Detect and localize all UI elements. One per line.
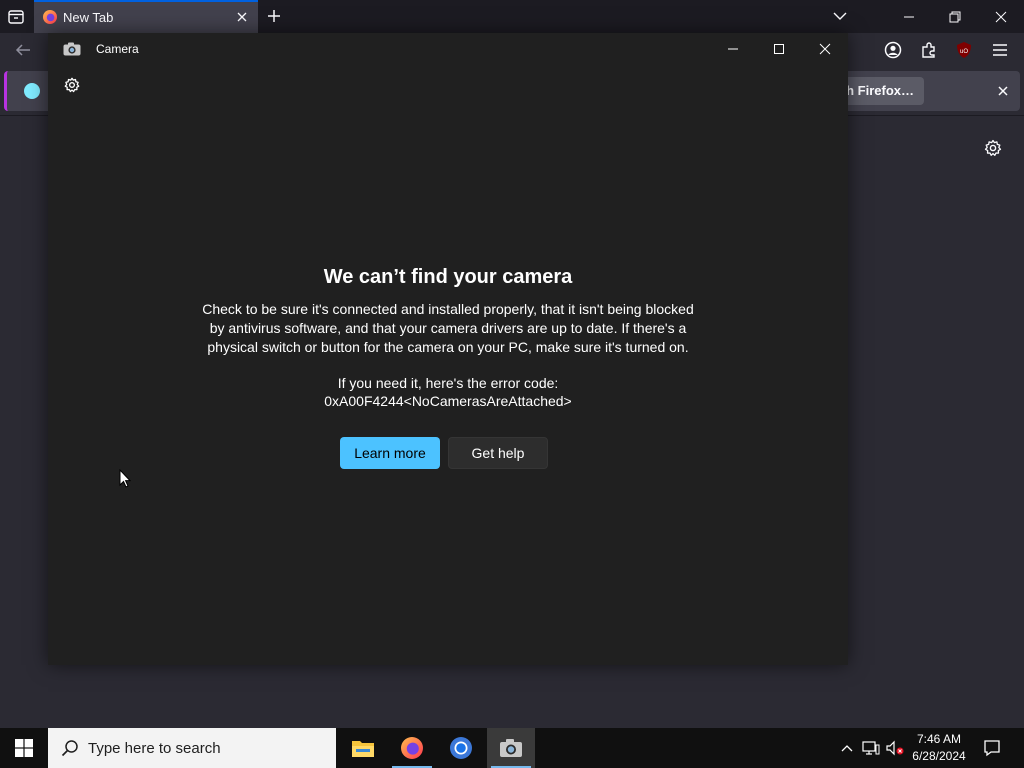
close-window-icon[interactable] — [978, 0, 1024, 33]
firefox-favicon-icon — [42, 9, 58, 25]
tab-new-tab[interactable]: New Tab — [34, 0, 258, 33]
info-icon — [24, 83, 40, 99]
error-code: 0xA00F4244<NoCamerasAreAttached> — [324, 393, 572, 409]
firefox-taskbar-icon[interactable] — [388, 728, 436, 768]
camera-title-bar[interactable]: Camera — [48, 33, 848, 65]
clock-time: 7:46 AM — [916, 732, 962, 746]
taskbar-clock[interactable]: 7:46 AM 6/28/2024 — [906, 731, 972, 765]
chrome-taskbar-icon[interactable] — [437, 728, 485, 768]
notification-center-icon[interactable] — [978, 728, 1006, 768]
error-message: We can’t find your camera Check to be su… — [148, 264, 748, 411]
taskbar: Type here to search 7:46 AM 6/28/2024 — [0, 728, 1024, 768]
windows-start-icon[interactable] — [0, 728, 48, 768]
account-icon[interactable] — [883, 40, 903, 60]
error-description: Check to be sure it's connected and inst… — [202, 301, 694, 355]
close-icon[interactable] — [995, 83, 1011, 99]
list-all-tabs-icon[interactable] — [6, 7, 26, 27]
minimize-icon[interactable] — [710, 33, 756, 65]
settings-gear-icon[interactable] — [63, 76, 81, 94]
svg-text:uO: uO — [960, 49, 968, 55]
mouse-cursor-icon — [119, 468, 132, 488]
notification-action-button[interactable]: h Firefox… — [838, 77, 924, 105]
close-tab-icon[interactable] — [234, 9, 250, 25]
camera-app-icon — [63, 42, 81, 56]
show-hidden-icons-chevron-icon[interactable] — [838, 728, 856, 768]
clock-date: 6/28/2024 — [912, 749, 966, 763]
gear-icon[interactable] — [983, 138, 1003, 158]
volume-muted-icon[interactable] — [884, 728, 906, 768]
ublock-origin-icon[interactable]: uO — [954, 40, 974, 60]
get-help-button[interactable]: Get help — [448, 437, 548, 469]
file-explorer-icon[interactable] — [339, 728, 387, 768]
new-tab-icon[interactable] — [265, 7, 283, 25]
camera-taskbar-icon[interactable] — [487, 728, 535, 768]
back-arrow-icon[interactable] — [14, 41, 32, 59]
learn-more-button[interactable]: Learn more — [340, 437, 440, 469]
chevron-down-icon[interactable] — [832, 9, 848, 23]
close-window-icon[interactable] — [802, 33, 848, 65]
taskbar-search-box[interactable]: Type here to search — [48, 728, 336, 768]
error-code-label: If you need it, here's the error code: — [337, 375, 559, 391]
tab-title: New Tab — [63, 10, 114, 25]
search-placeholder: Type here to search — [88, 740, 221, 757]
camera-window: Camera We can’t find your camera Check t… — [48, 33, 848, 665]
extensions-icon[interactable] — [919, 40, 939, 60]
search-icon — [60, 738, 80, 758]
window-title: Camera — [96, 42, 139, 56]
action-buttons: Learn more Get help — [340, 437, 548, 469]
maximize-icon[interactable] — [756, 33, 802, 65]
firefox-tab-bar: New Tab — [0, 0, 1024, 33]
error-heading: We can’t find your camera — [323, 266, 573, 288]
restore-icon[interactable] — [932, 0, 978, 33]
hamburger-menu-icon[interactable] — [990, 40, 1010, 60]
network-icon[interactable] — [860, 728, 882, 768]
minimize-icon[interactable] — [886, 0, 932, 33]
